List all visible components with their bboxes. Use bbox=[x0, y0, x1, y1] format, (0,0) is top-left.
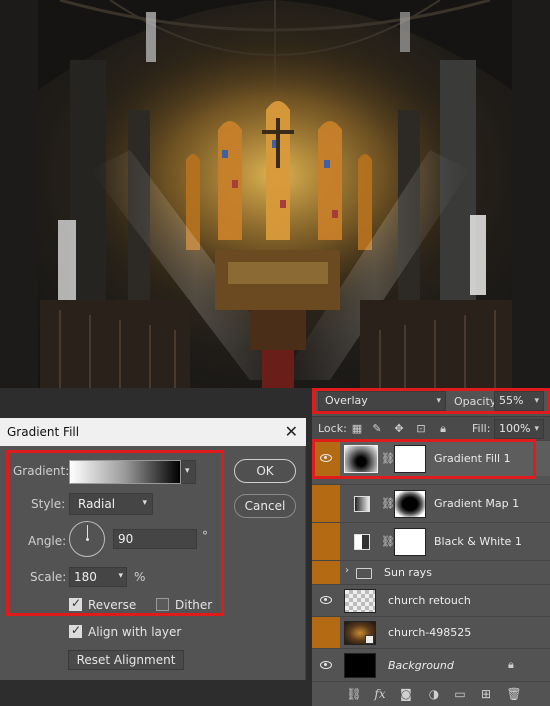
layer-row-gradient-fill[interactable]: ⛓︎ Gradient Fill 1 bbox=[312, 439, 550, 479]
angle-label: Angle: bbox=[28, 534, 67, 548]
layer-visibility-cell[interactable] bbox=[312, 617, 340, 648]
layer-row-gradient-map[interactable]: ⛓︎ Gradient Map 1 bbox=[312, 484, 550, 522]
chevron-down-icon: ▾ bbox=[436, 396, 441, 406]
lock-paint-icon[interactable]: ✎ bbox=[370, 422, 384, 436]
layer-visibility-cell[interactable] bbox=[312, 485, 340, 522]
layer-name: Background bbox=[388, 659, 454, 672]
church-photo-drawing bbox=[0, 0, 550, 388]
layer-name: church retouch bbox=[388, 594, 471, 607]
black-white-adjustment-icon bbox=[354, 534, 370, 550]
layer-row-background[interactable]: Background 🔒︎ bbox=[312, 648, 550, 681]
lock-move-icon[interactable]: ✥ bbox=[392, 422, 406, 436]
align-with-layer-checkbox[interactable] bbox=[69, 623, 82, 638]
ok-button[interactable]: OK bbox=[234, 459, 296, 483]
layer-name: Gradient Map 1 bbox=[434, 497, 520, 510]
style-label: Style: bbox=[31, 497, 66, 511]
folder-icon bbox=[356, 568, 372, 579]
scale-label: Scale: bbox=[30, 570, 67, 584]
gradient-map-icon bbox=[354, 496, 370, 512]
new-layer-icon[interactable]: ⊞ bbox=[478, 687, 494, 701]
layer-visibility-cell[interactable] bbox=[312, 523, 340, 560]
trash-icon[interactable]: 🗑︎ bbox=[506, 687, 522, 701]
cancel-button[interactable]: Cancel bbox=[234, 494, 296, 518]
gradient-picker[interactable] bbox=[69, 460, 181, 484]
dialog-title: Gradient Fill bbox=[7, 425, 80, 439]
lock-all-icon[interactable]: 🔒︎ bbox=[436, 422, 450, 436]
link-icon[interactable]: ⛓︎ bbox=[381, 535, 395, 548]
angle-input[interactable]: 90 bbox=[113, 529, 197, 549]
layer-name: Sun rays bbox=[384, 566, 432, 579]
align-with-layer-label[interactable]: Align with layer bbox=[88, 625, 181, 639]
chevron-down-icon: ▾ bbox=[534, 424, 539, 434]
transparent-layer-thumbnail bbox=[344, 589, 376, 613]
selected-layer-highlight-box bbox=[312, 439, 536, 479]
layer-row-sun-rays-group[interactable]: › Sun rays bbox=[312, 560, 550, 584]
layer-visibility-cell[interactable] bbox=[312, 561, 340, 584]
layer-row-black-white[interactable]: ⛓︎ Black & White 1 bbox=[312, 522, 550, 560]
opacity-value: 55% bbox=[499, 394, 524, 407]
gradient-label: Gradient: bbox=[13, 464, 70, 478]
dither-label[interactable]: Dither bbox=[175, 598, 212, 612]
mask-icon[interactable]: ◙ bbox=[398, 687, 414, 701]
angle-value: 90 bbox=[118, 532, 134, 546]
gradient-dropdown-button[interactable]: ▾ bbox=[181, 460, 196, 484]
layer-row-church-photo[interactable]: church-498525 bbox=[312, 616, 550, 648]
dialog-title-bar[interactable]: Gradient Fill ✕ bbox=[0, 418, 306, 446]
lock-artboard-icon[interactable]: ⊡ bbox=[414, 422, 428, 436]
link-icon[interactable]: ⛓︎ bbox=[381, 497, 395, 510]
reverse-label[interactable]: Reverse bbox=[88, 598, 136, 612]
layer-row-church-retouch[interactable]: church retouch bbox=[312, 584, 550, 616]
lock-row: Lock: ▦ ✎ ✥ ⊡ 🔒︎ Fill: 100% ▾ bbox=[312, 416, 550, 440]
eye-icon[interactable] bbox=[320, 661, 332, 669]
layer-visibility-cell[interactable] bbox=[312, 649, 340, 681]
adjustment-icon[interactable]: ◑ bbox=[426, 687, 442, 701]
opacity-input[interactable]: 55% ▾ bbox=[494, 391, 544, 411]
eye-icon[interactable] bbox=[320, 596, 332, 604]
chevron-right-icon[interactable]: › bbox=[345, 565, 349, 576]
style-select[interactable]: Radial ▾ bbox=[69, 493, 153, 515]
lock-transparent-icon[interactable]: ▦ bbox=[350, 422, 364, 436]
chevron-down-icon: ▾ bbox=[142, 498, 147, 508]
scale-unit: % bbox=[134, 570, 146, 584]
church-interior-photo bbox=[0, 0, 550, 388]
layer-mask-thumbnail bbox=[394, 490, 426, 518]
chevron-down-icon: ▾ bbox=[185, 466, 190, 476]
fill-input[interactable]: 100% ▾ bbox=[494, 419, 544, 439]
angle-dial-center bbox=[86, 538, 89, 541]
chevron-down-icon: ▾ bbox=[534, 396, 539, 406]
layers-panel: Overlay ▾ Opacity: 55% ▾ Lock: ▦ ✎ ✥ ⊡ 🔒… bbox=[312, 388, 550, 706]
scale-value: 180 bbox=[74, 570, 97, 584]
lock-label: Lock: bbox=[318, 422, 347, 435]
background-thumbnail bbox=[344, 653, 376, 678]
blend-mode-select[interactable]: Overlay ▾ bbox=[318, 391, 446, 411]
close-icon[interactable]: ✕ bbox=[285, 422, 298, 441]
blend-mode-value: Overlay bbox=[325, 394, 368, 407]
smart-object-icon bbox=[365, 635, 374, 644]
layer-visibility-cell[interactable] bbox=[312, 585, 340, 616]
layer-name: Black & White 1 bbox=[434, 535, 522, 548]
fx-icon[interactable]: fx bbox=[372, 687, 388, 701]
gradient-fill-dialog: Gradient Fill ✕ Gradient: ▾ Style: Radia… bbox=[0, 418, 306, 680]
opacity-label: Opacity: bbox=[454, 395, 500, 408]
style-value: Radial bbox=[78, 497, 116, 511]
scale-input[interactable]: 180 ▾ bbox=[69, 567, 127, 587]
lock-icon: 🔒︎ bbox=[508, 658, 514, 671]
reverse-checkbox[interactable] bbox=[69, 596, 82, 611]
blend-row: Overlay ▾ Opacity: 55% ▾ bbox=[312, 388, 550, 416]
reset-alignment-button[interactable]: Reset Alignment bbox=[68, 650, 184, 670]
fill-value: 100% bbox=[499, 422, 531, 435]
angle-dial[interactable] bbox=[69, 521, 105, 557]
layers-bottom-toolbar: ⛓︎ fx ◙ ◑ ▭ ⊞ 🗑︎ bbox=[312, 681, 550, 706]
chevron-down-icon[interactable]: ▾ bbox=[118, 571, 123, 581]
folder-icon[interactable]: ▭ bbox=[452, 687, 468, 701]
dither-checkbox[interactable] bbox=[156, 598, 169, 611]
layer-mask-thumbnail bbox=[394, 528, 426, 556]
angle-unit: ° bbox=[202, 529, 208, 543]
fill-label: Fill: bbox=[472, 422, 491, 435]
layer-name: church-498525 bbox=[388, 626, 472, 639]
link-icon[interactable]: ⛓︎ bbox=[346, 687, 362, 701]
